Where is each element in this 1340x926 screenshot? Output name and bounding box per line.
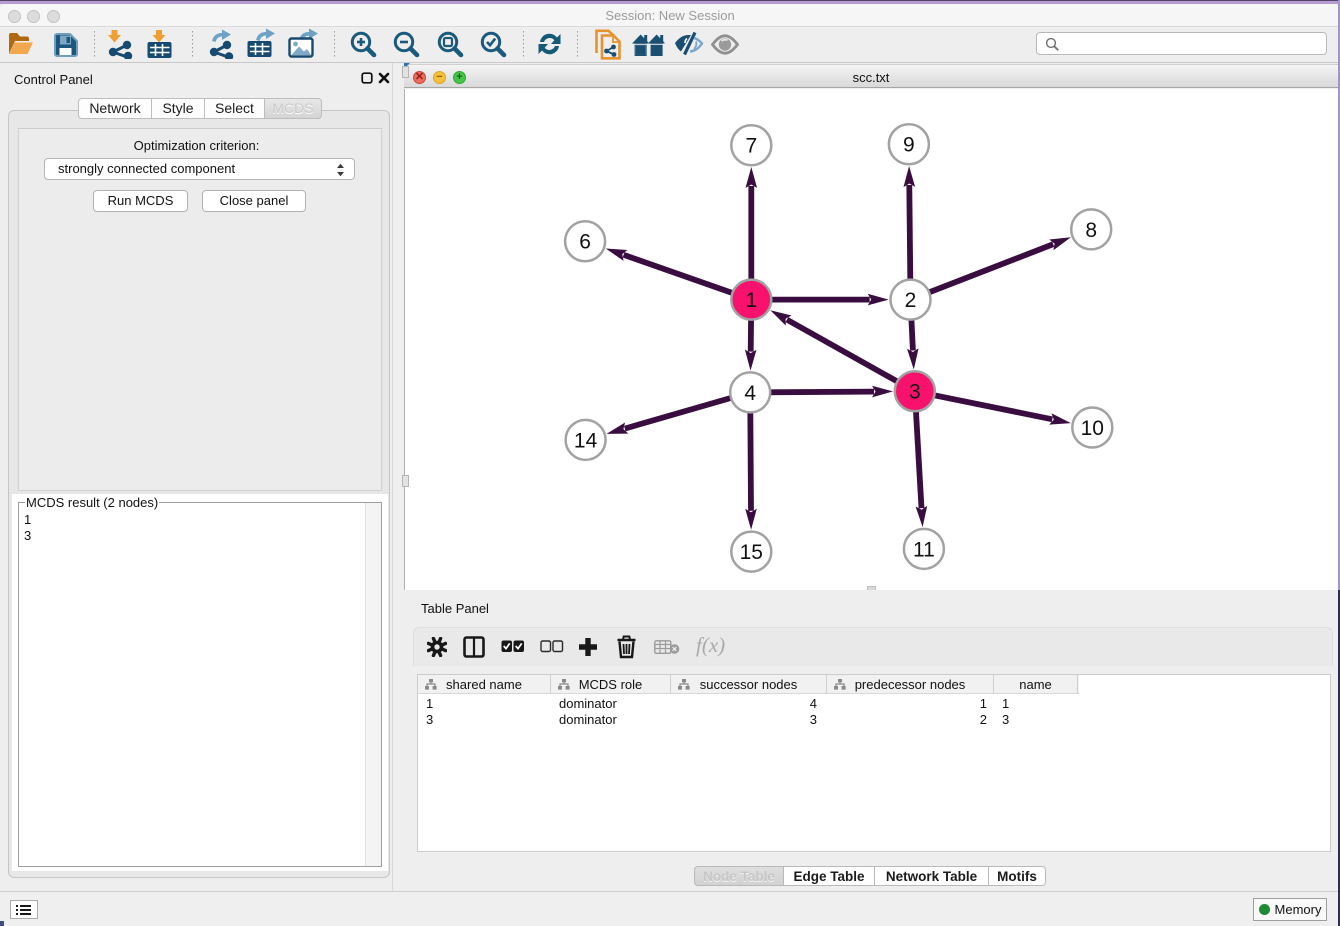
svg-text:15: 15 bbox=[740, 541, 763, 564]
svg-text:10: 10 bbox=[1081, 417, 1104, 440]
svg-text:3: 3 bbox=[909, 381, 921, 404]
svg-text:14: 14 bbox=[574, 429, 598, 452]
svg-text:2: 2 bbox=[905, 289, 917, 312]
svg-text:6: 6 bbox=[579, 231, 591, 254]
svg-text:1: 1 bbox=[745, 289, 757, 312]
svg-text:9: 9 bbox=[903, 134, 915, 157]
svg-text:8: 8 bbox=[1085, 219, 1097, 242]
svg-text:4: 4 bbox=[744, 382, 756, 405]
svg-text:11: 11 bbox=[913, 538, 935, 561]
svg-text:7: 7 bbox=[745, 135, 757, 158]
